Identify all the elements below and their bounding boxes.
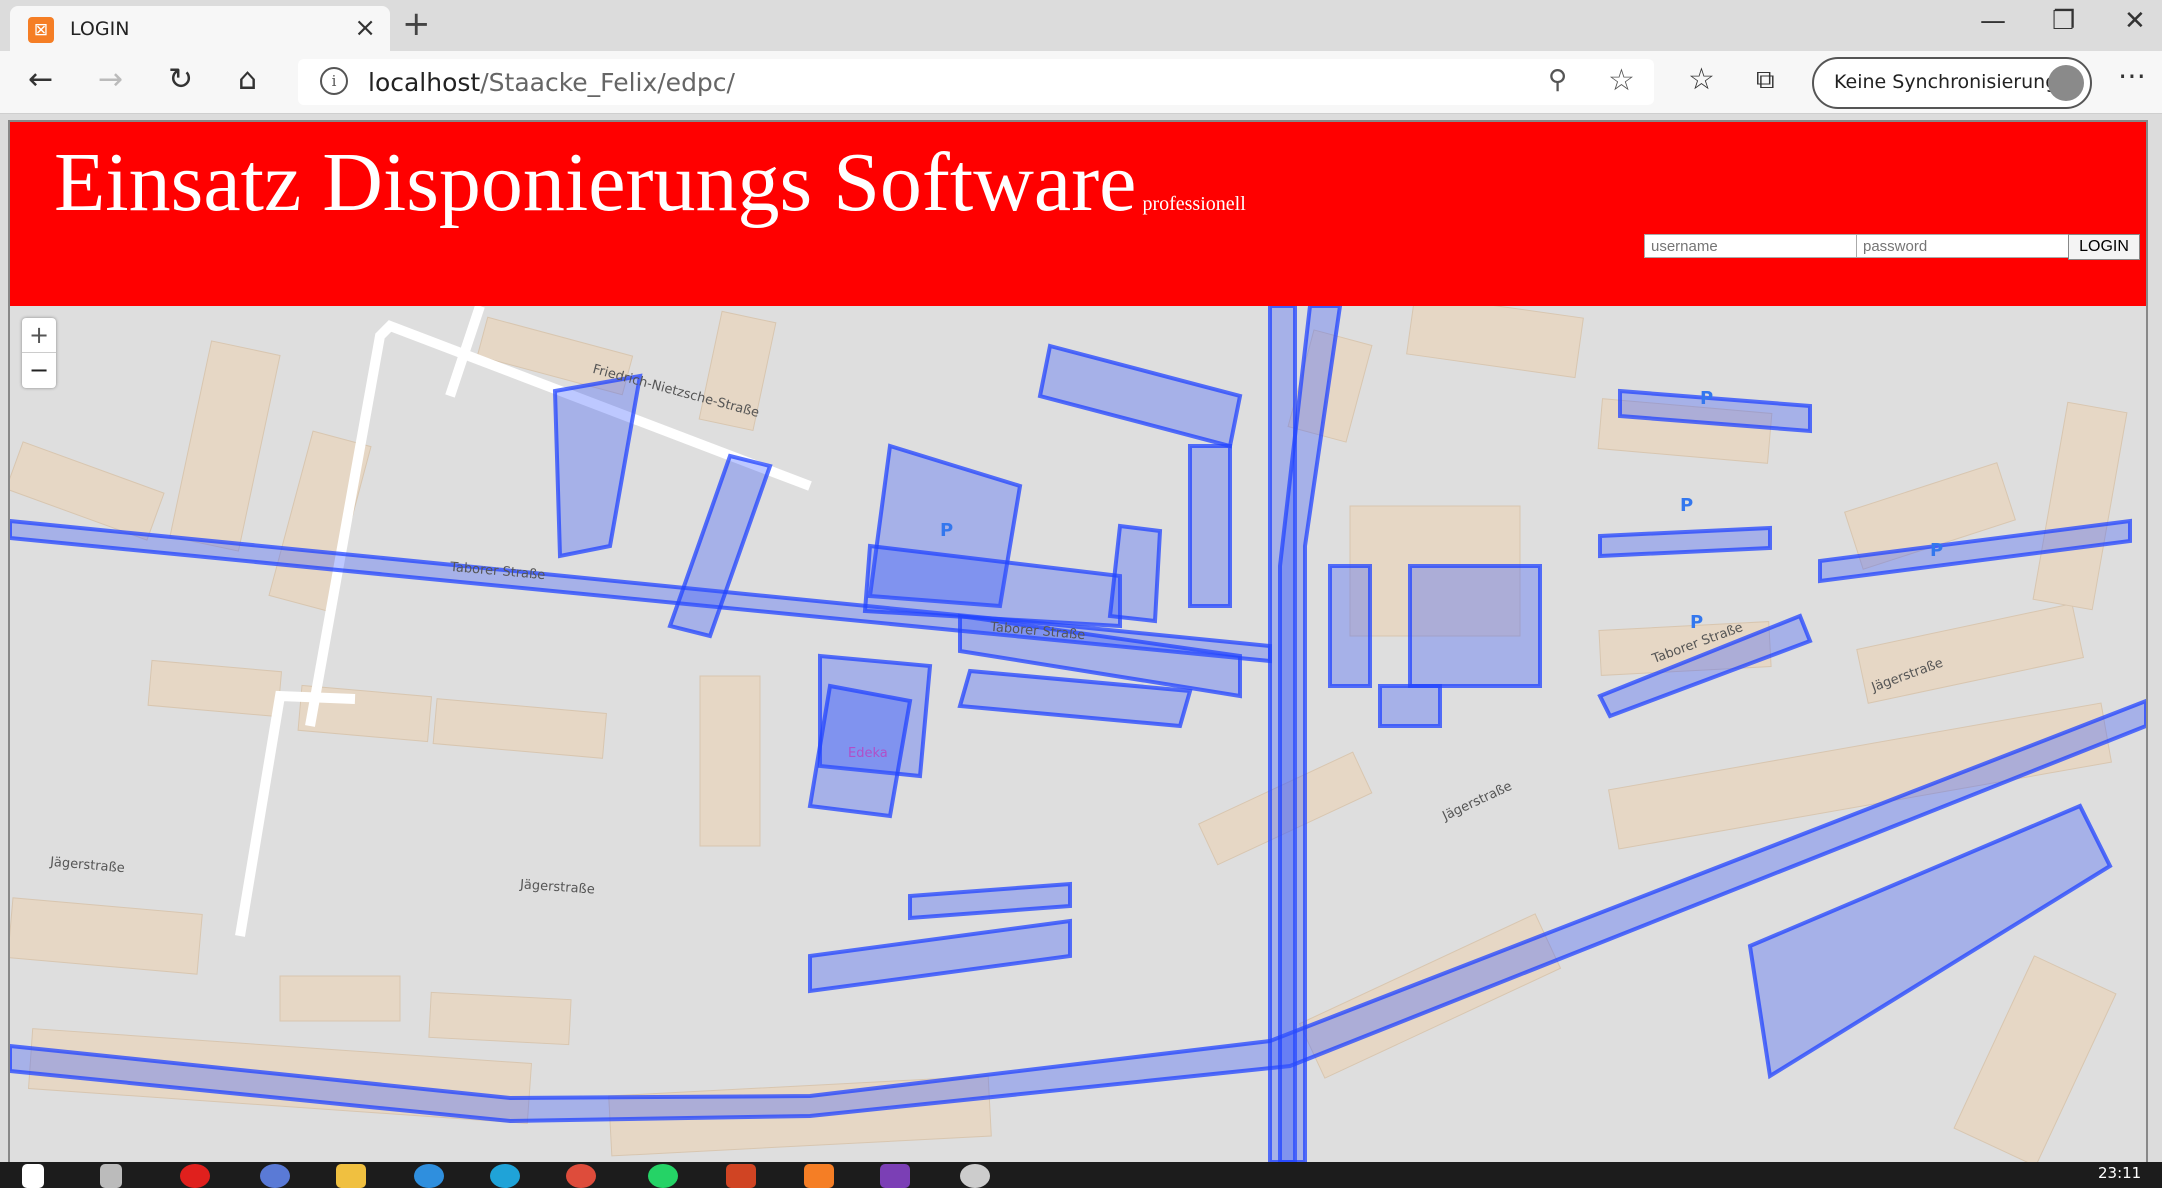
svg-text:P: P (940, 520, 953, 541)
zoom-icon[interactable]: ⚲ (1548, 65, 1567, 95)
clock: 23:11 (2098, 1164, 2142, 1182)
shop-label: Edeka (848, 746, 888, 761)
reload-icon[interactable]: ↻ (168, 62, 193, 97)
powerpoint-icon[interactable] (726, 1164, 756, 1188)
settings-icon[interactable] (960, 1164, 990, 1188)
forward-icon[interactable]: → (98, 62, 123, 97)
favorites-icon[interactable]: ☆ (1688, 62, 1715, 97)
tab-bar: ⊠ LOGIN × + — ❐ ✕ (0, 0, 2162, 51)
svg-text:P: P (1680, 495, 1693, 516)
sync-label: Keine Synchronisierung (1834, 71, 2058, 93)
zoom-in-button[interactable]: + (22, 318, 56, 353)
browser-toolbar: ← → ↻ ⌂ i localhost/Staacke_Felix/edpc/ … (0, 51, 2162, 114)
map-canvas[interactable]: P P P P P (10, 306, 2146, 1162)
home-icon[interactable]: ⌂ (238, 62, 257, 97)
username-input[interactable] (1644, 234, 1860, 258)
tab-title: LOGIN (70, 18, 130, 40)
app-icon[interactable] (260, 1164, 290, 1188)
page-title: Einsatz Disponierungs Software profession… (54, 136, 1246, 229)
task-view-icon[interactable] (100, 1164, 122, 1188)
zoom-control: + − (22, 318, 56, 388)
svg-text:P: P (1930, 540, 1943, 561)
collections-icon[interactable]: ⧉ (1756, 65, 1775, 96)
overlay-polygons[interactable] (10, 306, 2146, 1162)
page-subtitle: professionell (1142, 193, 1246, 215)
favorite-star-icon[interactable]: ☆ (1608, 63, 1635, 98)
xampp-taskbar-icon[interactable] (804, 1164, 834, 1188)
url-text[interactable]: localhost/Staacke_Felix/edpc/ (368, 68, 735, 97)
page-viewport: Einsatz Disponierungs Software profession… (8, 120, 2148, 1164)
tab-login[interactable]: ⊠ LOGIN × (10, 6, 390, 51)
ie-icon[interactable] (414, 1164, 444, 1188)
back-icon[interactable]: ← (28, 62, 53, 97)
address-bar[interactable]: i localhost/Staacke_Felix/edpc/ ⚲ ☆ (298, 59, 1654, 105)
svg-text:P: P (1700, 388, 1713, 409)
windows-start-icon[interactable] (22, 1164, 44, 1188)
whatsapp-icon[interactable] (648, 1164, 678, 1188)
svg-text:P: P (1690, 612, 1703, 633)
login-button[interactable]: LOGIN (2068, 234, 2140, 260)
new-tab-icon[interactable]: + (402, 4, 431, 44)
password-input[interactable] (1856, 234, 2072, 258)
opera-icon[interactable] (180, 1164, 210, 1188)
menu-icon[interactable]: ⋯ (2118, 59, 2146, 92)
close-icon[interactable]: × (354, 13, 376, 43)
info-icon[interactable]: i (320, 67, 348, 95)
chrome-icon[interactable] (566, 1164, 596, 1188)
onenote-icon[interactable] (880, 1164, 910, 1188)
window-close-icon[interactable]: ✕ (2124, 6, 2146, 36)
avatar (2048, 65, 2084, 101)
xampp-icon: ⊠ (28, 17, 54, 43)
edge-icon[interactable] (490, 1164, 520, 1188)
map[interactable]: PPP PP Friedrich-Nietzsche-Straße Tabore… (10, 306, 2146, 1162)
folder-icon[interactable] (336, 1164, 366, 1188)
sync-button[interactable]: Keine Synchronisierung (1812, 57, 2092, 109)
minimize-icon[interactable]: — (1980, 6, 2006, 36)
app-header: Einsatz Disponierungs Software profession… (10, 122, 2146, 306)
zoom-out-button[interactable]: − (22, 353, 56, 387)
restore-icon[interactable]: ❐ (2052, 6, 2075, 36)
taskbar: 23:11 (0, 1162, 2162, 1188)
